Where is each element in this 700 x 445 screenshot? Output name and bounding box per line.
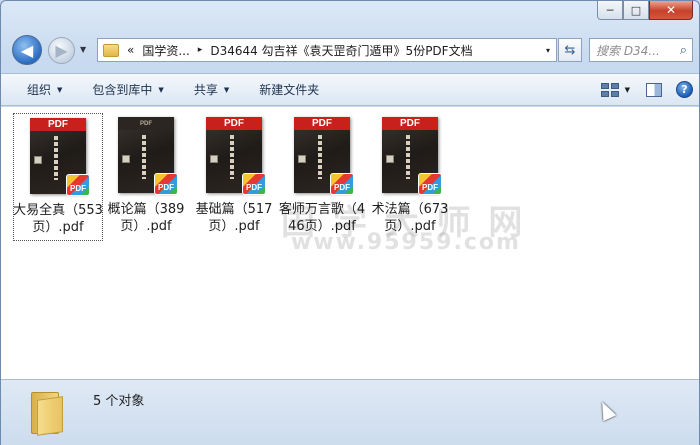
cover-title-strokes xyxy=(406,135,410,179)
pdf-thumbnail: PDF PDF xyxy=(294,117,354,195)
pdf-thumbnail: PDF PDF xyxy=(30,118,90,196)
preview-pane-icon[interactable] xyxy=(646,82,662,97)
pdf-app-icon: PDF xyxy=(242,173,266,195)
recent-pages-dropdown[interactable]: ▼ xyxy=(80,45,86,54)
chevron-down-icon: ▼ xyxy=(158,85,164,94)
pdf-thumbnail: PDF PDF xyxy=(382,117,442,195)
organize-label: 组织 xyxy=(27,83,52,97)
organize-button[interactable]: 组织 ▼ xyxy=(17,74,72,105)
file-name: 术法篇（673页）.pdf xyxy=(371,202,449,234)
cover-title-strokes xyxy=(318,135,322,179)
include-in-library-label: 包含到库中 xyxy=(92,83,153,97)
folder-icon xyxy=(103,43,119,57)
back-button[interactable]: ◀ xyxy=(12,35,42,65)
arrow-right-icon: ▶ xyxy=(55,41,68,60)
toolbar-right: ▼ ? xyxy=(600,74,693,105)
file-name: 大易全真（553页）.pdf xyxy=(13,203,103,235)
search-input[interactable]: 搜索 D34... ⌕ xyxy=(589,38,693,62)
caption-buttons: ─ □ ✕ xyxy=(597,1,693,21)
new-folder-button[interactable]: 新建文件夹 xyxy=(249,74,329,105)
share-button[interactable]: 共享 ▼ xyxy=(184,74,239,105)
file-name: 客师万言歌（446页）.pdf xyxy=(278,202,366,234)
cover-clip xyxy=(386,155,394,163)
chevron-down-icon: ▼ xyxy=(223,85,230,94)
breadcrumb-separator[interactable]: ▸ xyxy=(198,45,203,55)
folder-icon xyxy=(31,388,73,436)
cover-clip xyxy=(122,155,130,163)
pdf-thumbnail: PDF PDF xyxy=(206,117,266,195)
cover-clip xyxy=(34,156,42,164)
file-item[interactable]: PDF PDF 概论篇（389页）.pdf xyxy=(101,113,191,241)
pdf-app-icon: PDF xyxy=(330,173,354,195)
search-placeholder: 搜索 D34... xyxy=(596,43,660,58)
thumbnail-pdf-label: PDF xyxy=(294,117,350,130)
cover-title-strokes xyxy=(230,135,234,179)
item-count: 5 个对象 xyxy=(93,394,145,409)
file-item[interactable]: PDF PDF 基础篇（517页）.pdf xyxy=(189,113,279,241)
arrow-left-icon: ◀ xyxy=(20,40,34,60)
address-bar[interactable]: « 国学资... ▸ D34644 勾吉祥《袁天罡奇门遁甲》5份PDF文档 ▾ xyxy=(97,38,557,62)
minimize-button[interactable]: ─ xyxy=(597,1,623,20)
pdf-app-icon: PDF xyxy=(66,174,90,196)
include-in-library-button[interactable]: 包含到库中 ▼ xyxy=(82,74,173,105)
breadcrumb-overflow[interactable]: « xyxy=(127,43,134,57)
view-options-dropdown[interactable]: ▼ xyxy=(625,86,630,94)
maximize-button[interactable]: □ xyxy=(623,1,649,20)
change-view-icon[interactable] xyxy=(600,82,619,97)
share-label: 共享 xyxy=(193,83,218,97)
thumbnail-pdf-label: PDF xyxy=(382,117,438,130)
file-name: 基础篇（517页）.pdf xyxy=(195,202,273,234)
pdf-app-icon: PDF xyxy=(418,173,442,195)
forward-button[interactable]: ▶ xyxy=(48,37,75,64)
breadcrumb-parent[interactable]: 国学资... xyxy=(142,42,189,59)
cover-clip xyxy=(210,155,218,163)
address-dropdown-icon[interactable]: ▾ xyxy=(546,46,550,55)
refresh-button[interactable]: ⇆ xyxy=(558,38,582,62)
pdf-app-icon: PDF xyxy=(154,173,178,195)
chevron-down-icon: ▼ xyxy=(57,85,63,94)
explorer-window: ─ □ ✕ ◀ ▶ ▼ « 国学资... ▸ D34644 勾吉祥《袁天罡奇门遁… xyxy=(0,0,700,445)
file-list: 国 学 大 师 网 www.95959.com PDF PDF 大易全真（553… xyxy=(1,107,699,379)
details-pane: 5 个对象 xyxy=(1,379,699,445)
help-icon[interactable]: ? xyxy=(676,81,693,98)
breadcrumb-current[interactable]: D34644 勾吉祥《袁天罡奇门遁甲》5份PDF文档 xyxy=(210,42,472,59)
cover-title-strokes xyxy=(142,135,146,179)
thumbnail-pdf-label: PDF xyxy=(206,117,262,130)
file-name: 概论篇（389页）.pdf xyxy=(107,202,185,234)
thumbnail-pdf-label: PDF xyxy=(118,117,174,130)
file-item[interactable]: PDF PDF 客师万言歌（446页）.pdf xyxy=(277,113,367,241)
new-folder-label: 新建文件夹 xyxy=(259,83,320,97)
file-item[interactable]: PDF PDF 大易全真（553页）.pdf xyxy=(13,113,103,241)
refresh-icon: ⇆ xyxy=(564,42,576,58)
search-icon[interactable]: ⌕ xyxy=(680,43,687,58)
pdf-thumbnail: PDF PDF xyxy=(118,117,178,195)
file-item[interactable]: PDF PDF 术法篇（673页）.pdf xyxy=(365,113,455,241)
command-bar: 组织 ▼ 包含到库中 ▼ 共享 ▼ 新建文件夹 ▼ ? xyxy=(1,73,699,106)
cover-title-strokes xyxy=(54,136,58,180)
cover-clip xyxy=(298,155,306,163)
thumbnail-pdf-label: PDF xyxy=(30,118,86,131)
close-button[interactable]: ✕ xyxy=(649,1,693,20)
